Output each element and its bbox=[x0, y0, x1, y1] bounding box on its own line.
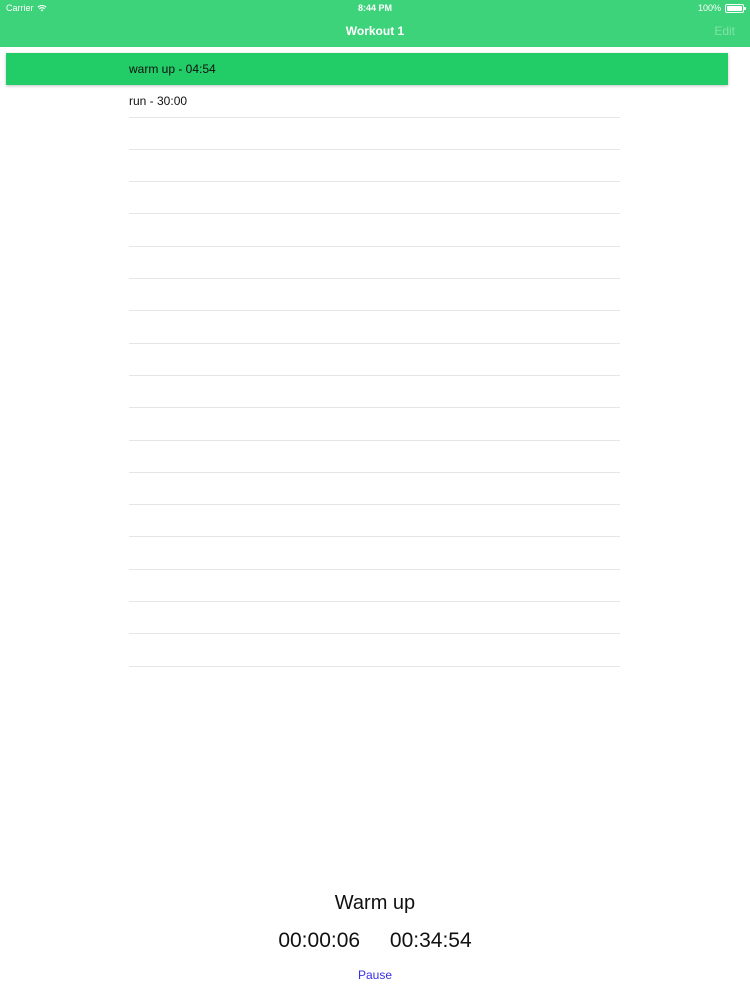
battery-percent: 100% bbox=[697, 3, 721, 13]
elapsed-time: 00:00:06 bbox=[278, 929, 361, 952]
header: Carrier 8:44 PM 100% Workout 1 Edit bbox=[0, 0, 750, 47]
empty-row bbox=[0, 570, 750, 603]
list-item[interactable]: run - 30:00 bbox=[0, 85, 750, 118]
timer-readout: 00:00:06 00:34:54 bbox=[0, 929, 750, 953]
empty-row bbox=[0, 118, 750, 150]
row-separator bbox=[129, 665, 620, 667]
battery-level bbox=[727, 5, 742, 11]
empty-row bbox=[0, 150, 750, 183]
list-item-label: run - 30:00 bbox=[129, 94, 188, 109]
empty-row bbox=[0, 311, 750, 344]
empty-row bbox=[0, 408, 750, 441]
empty-row bbox=[0, 441, 750, 473]
empty-row bbox=[0, 634, 750, 667]
active-row-highlight bbox=[6, 53, 728, 85]
edit-button[interactable]: Edit bbox=[714, 24, 735, 38]
battery-icon bbox=[725, 3, 746, 13]
empty-row bbox=[0, 279, 750, 312]
status-time: 8:44 PM bbox=[357, 3, 392, 13]
list-item-label: warm up - 04:54 bbox=[129, 62, 216, 76]
empty-row bbox=[0, 537, 750, 570]
pause-button[interactable]: Pause bbox=[0, 968, 750, 982]
empty-row bbox=[0, 214, 750, 247]
empty-row bbox=[0, 376, 750, 409]
status-bar: Carrier 8:44 PM 100% bbox=[0, 0, 750, 16]
workout-step-list: warm up - 04:54 run - 30:00 bbox=[0, 53, 750, 667]
empty-row bbox=[0, 344, 750, 376]
empty-row bbox=[0, 473, 750, 506]
navigation-bar: Workout 1 Edit bbox=[0, 16, 750, 47]
empty-row bbox=[0, 182, 750, 215]
empty-row bbox=[0, 247, 750, 280]
page-title: Workout 1 bbox=[345, 24, 405, 38]
empty-row bbox=[0, 505, 750, 538]
current-step-name: Warm up bbox=[334, 892, 416, 914]
list-item[interactable]: warm up - 04:54 bbox=[0, 53, 750, 85]
remaining-time: 00:34:54 bbox=[389, 929, 472, 952]
empty-row bbox=[0, 602, 750, 635]
